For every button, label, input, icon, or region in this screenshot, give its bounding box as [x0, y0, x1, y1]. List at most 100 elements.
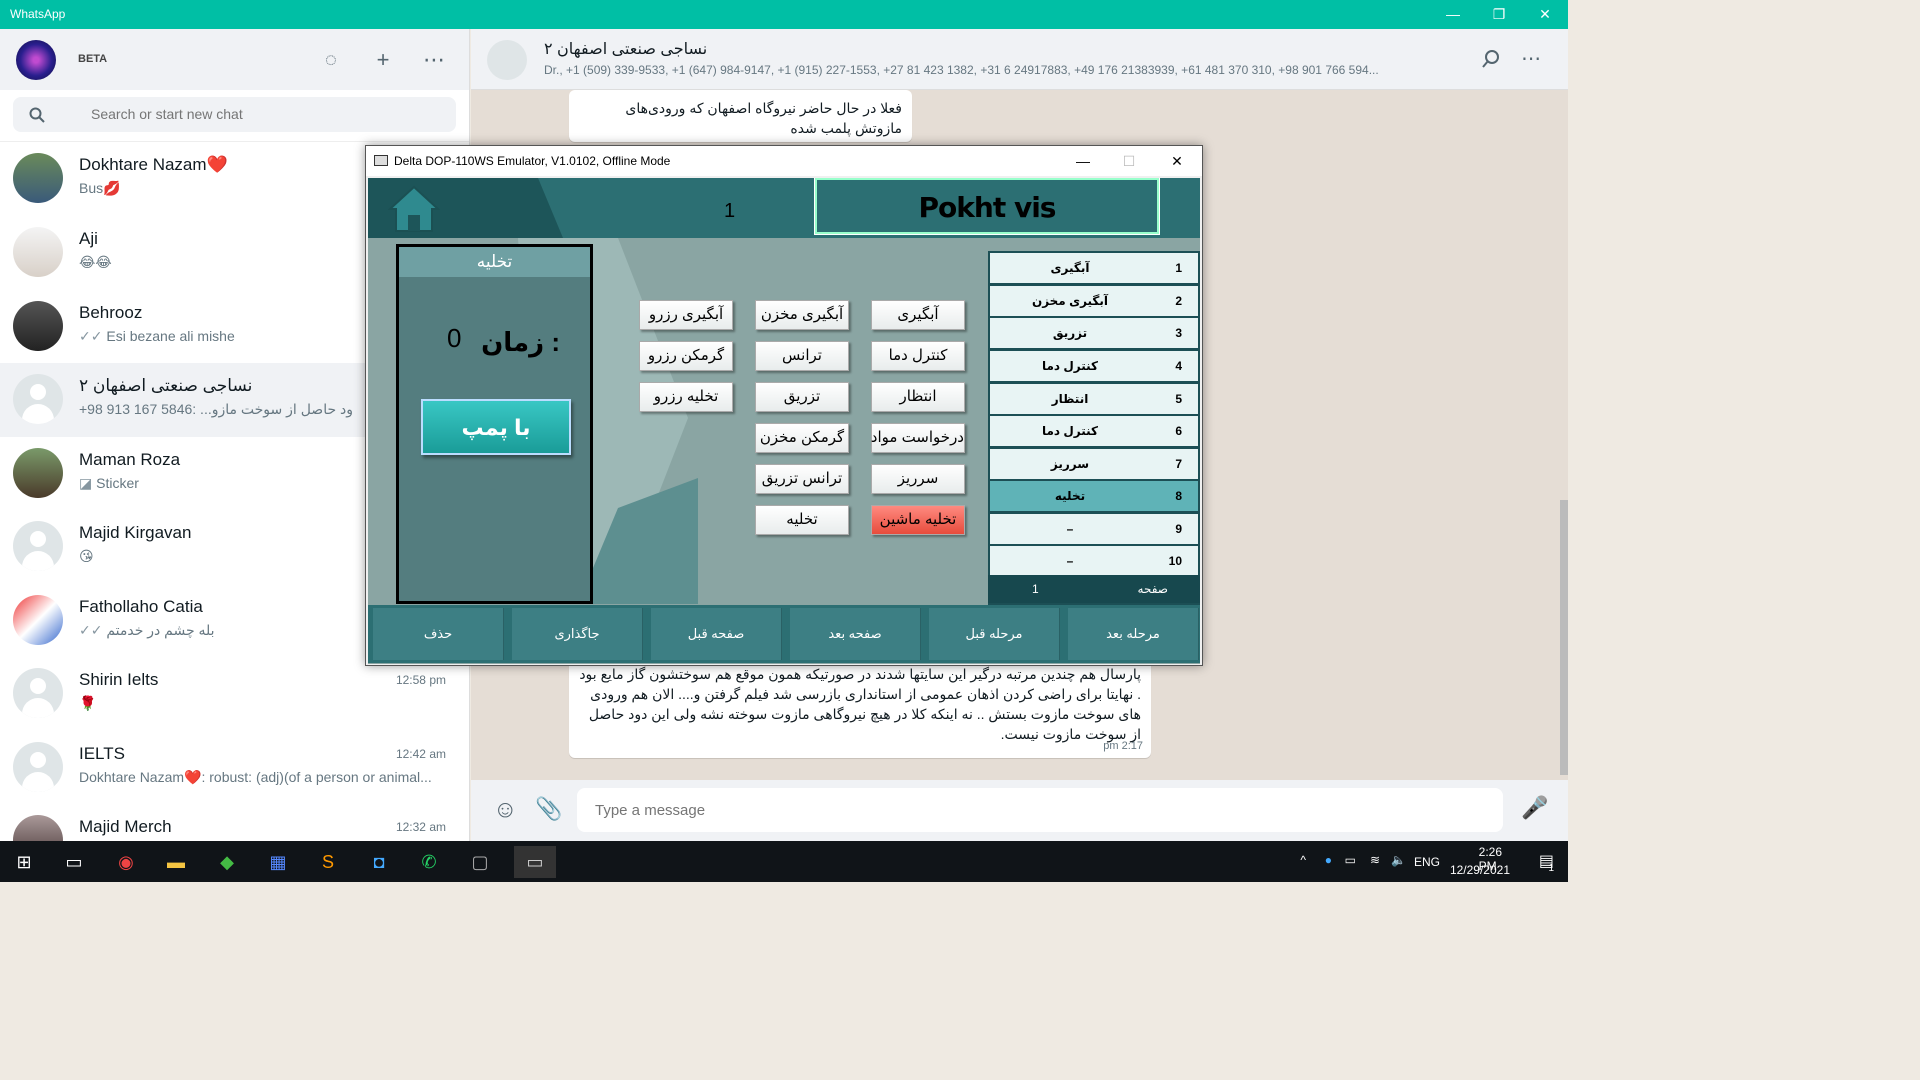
step-button[interactable]: ترانس تزریق	[755, 464, 849, 494]
screen-tool-icon[interactable]: ▢	[464, 846, 496, 878]
step-button[interactable]: تخلیه رزرو	[639, 382, 733, 412]
step-button[interactable]: درخواست مواد	[871, 423, 965, 453]
windows-start-icon[interactable]: ⊞	[8, 846, 40, 878]
chat-avatar	[13, 301, 63, 351]
chat-item[interactable]: Shirin Ielts 🌹 12:58 pm	[0, 657, 469, 731]
clock-date[interactable]: 12/29/2021	[1450, 863, 1510, 877]
chat-avatar	[13, 595, 63, 645]
machine-drain-button[interactable]: تخلیه ماشین	[871, 505, 965, 535]
scrollbar[interactable]	[1560, 500, 1568, 775]
app-icon[interactable]: ◘	[363, 846, 395, 878]
task-view-icon[interactable]: ▭	[58, 846, 90, 878]
maximize-button[interactable]: ☐	[1106, 146, 1152, 176]
next-step-button[interactable]: مرحله بعد	[1068, 608, 1199, 660]
microphone-icon[interactable]: 🎤	[1521, 795, 1548, 821]
menu-icon[interactable]: ⋯	[421, 47, 447, 73]
maximize-button[interactable]: ❐	[1476, 0, 1522, 29]
step-row[interactable]: آبگیری مخزن 2	[990, 286, 1198, 316]
prev-step-button[interactable]: مرحله قبل	[929, 608, 1060, 660]
metatrader-icon[interactable]: ◆	[211, 846, 243, 878]
home-icon[interactable]	[388, 185, 440, 233]
step-row[interactable]: –10	[990, 546, 1198, 576]
chat-name: Shirin Ielts	[79, 670, 159, 689]
emulator-taskbar-icon[interactable]: ▭	[514, 846, 556, 878]
step-button[interactable]: تخلیه	[755, 505, 849, 535]
emulator-titlebar[interactable]: Delta DOP-110WS Emulator, V1.0102, Offli…	[366, 146, 1202, 176]
prev-page-button[interactable]: صفحه قبل	[651, 608, 782, 660]
chevron-up-icon[interactable]: ^	[1300, 853, 1306, 867]
sublime-icon[interactable]: S	[312, 846, 344, 878]
chat-item[interactable]: Majid Merch 12:32 am	[0, 804, 469, 841]
step-row[interactable]: آبگیری 1	[990, 253, 1198, 283]
step-button[interactable]: ترانس	[755, 341, 849, 371]
new-chat-icon[interactable]: +	[370, 47, 396, 73]
program-name[interactable]: Pokht vis	[814, 178, 1160, 235]
wifi-icon[interactable]: ≋	[1370, 853, 1380, 867]
time-value[interactable]: 0	[447, 323, 461, 354]
step-row[interactable]: سرریز 7	[990, 449, 1198, 479]
status-icon[interactable]: ◌	[318, 47, 344, 73]
step-row[interactable]: کنترل دما 4	[990, 351, 1198, 381]
whatsapp-icon[interactable]: ✆	[413, 846, 445, 878]
close-button[interactable]: ✕	[1154, 146, 1200, 176]
step-row[interactable]: تزریق 3	[990, 318, 1198, 348]
step-button[interactable]: گرمکن مخزن	[755, 423, 849, 453]
attach-icon[interactable]: 📎	[535, 796, 562, 822]
chat-preview: Bus💋	[79, 180, 121, 196]
read-check-icon: ✓✓	[79, 622, 107, 638]
message-input[interactable]	[577, 788, 1503, 832]
message-text: فعلا در حال حاضر نیروگاه اصفهان که ورودی…	[625, 100, 902, 136]
step-row-active[interactable]: تخلیه 8	[990, 481, 1198, 511]
insert-button[interactable]: جاگذاری	[512, 608, 643, 660]
chat-avatar	[13, 227, 63, 277]
step-button[interactable]: آبگیری مخزن	[755, 300, 849, 330]
message-bubble: پارسال هم چندین مرتبه درگیر این سایتها ش…	[569, 660, 1151, 758]
battery-icon[interactable]: ▭	[1345, 853, 1356, 867]
chrome-icon[interactable]: ◉	[110, 846, 142, 878]
search-icon[interactable]	[1481, 49, 1501, 69]
chat-item[interactable]: IELTS Dokhtare Nazam❤️: robust: (adj)(of…	[0, 731, 469, 805]
file-explorer-icon[interactable]: ▬	[160, 846, 192, 878]
step-button[interactable]: گرمکن رزرو	[639, 341, 733, 371]
pump-button[interactable]: با پمپ	[421, 399, 571, 455]
minimize-button[interactable]: —	[1430, 0, 1476, 29]
app-title: WhatsApp	[10, 7, 66, 21]
step-button[interactable]: سرریز	[871, 464, 965, 494]
chat-name: Majid Merch	[79, 817, 172, 836]
volume-icon[interactable]: 🔈	[1391, 853, 1406, 867]
next-page-button[interactable]: صفحه بعد	[790, 608, 921, 660]
sidebar-header: BETA ◌ + ⋯	[0, 29, 469, 90]
delete-button[interactable]: حذف	[373, 608, 504, 660]
minimize-button[interactable]: —	[1060, 146, 1106, 176]
calculator-icon[interactable]: ▦	[262, 846, 294, 878]
step-button[interactable]: انتظار	[871, 382, 965, 412]
time-label: زمان :	[481, 327, 560, 357]
conversation-header[interactable]: نساجی صنعتی اصفهان ۲ Dr., +1 (509) 339-9…	[471, 29, 1568, 90]
chat-name: Dokhtare Nazam❤️	[79, 155, 228, 174]
app-icon	[374, 155, 388, 166]
step-row[interactable]: –9	[990, 514, 1198, 544]
search-area	[0, 90, 469, 142]
close-button[interactable]: ✕	[1522, 0, 1568, 29]
menu-icon[interactable]: ⋯	[1521, 46, 1541, 71]
step-row[interactable]: کنترل دما 6	[990, 416, 1198, 446]
chat-preview: ◪ Sticker	[79, 475, 139, 491]
search-input[interactable]	[91, 106, 421, 122]
panel-title: تخلیه	[399, 247, 590, 277]
drain-panel: تخلیه زمان : 0 با پمپ	[396, 244, 593, 604]
hmi-header: 1 Pokht vis	[368, 178, 1200, 238]
emoji-icon[interactable]: ☺	[493, 796, 518, 824]
step-button[interactable]: آبگیری رزرو	[639, 300, 733, 330]
language-indicator[interactable]: ENG	[1414, 855, 1440, 869]
app-tray-icon[interactable]: ●	[1325, 853, 1332, 867]
step-button[interactable]: آبگیری	[871, 300, 965, 330]
chat-preview: ✓✓ بله چشم در خدمتم	[79, 622, 215, 638]
profile-avatar[interactable]	[16, 40, 56, 80]
step-row[interactable]: انتظار 5	[990, 384, 1198, 414]
step-button[interactable]: کنترل دما	[871, 341, 965, 371]
page-footer-label: صفحه	[1137, 582, 1168, 596]
search-box[interactable]	[13, 97, 456, 132]
chat-preview: 😂😂	[79, 254, 112, 270]
chat-avatar	[13, 153, 63, 203]
step-button[interactable]: تزریق	[755, 382, 849, 412]
